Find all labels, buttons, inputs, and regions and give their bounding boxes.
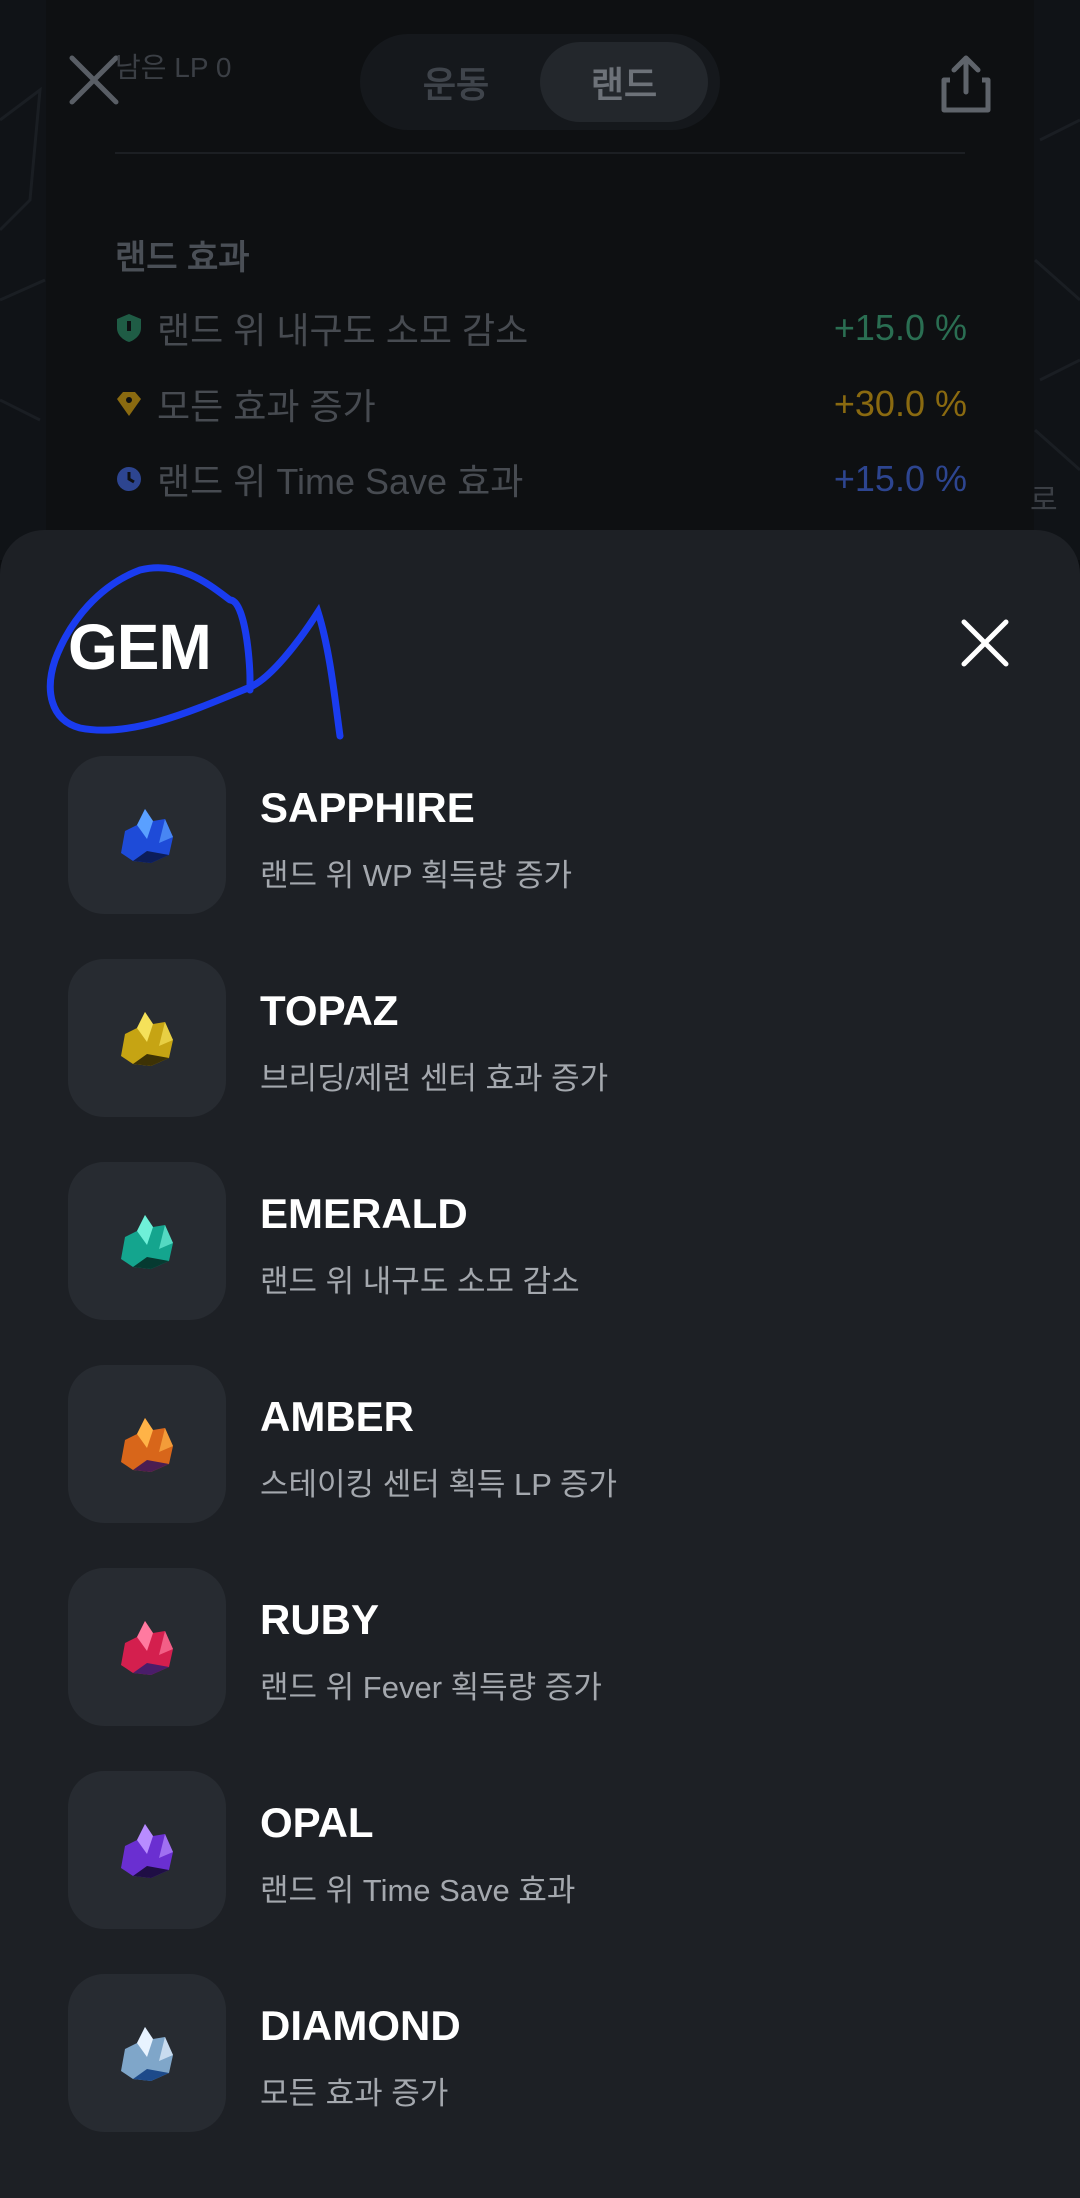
effect-row-all: 모든 효과 증가 +30.0 %	[115, 380, 967, 428]
land-effects-title: 랜드 효과	[115, 239, 250, 277]
gem-description: 스테이킹 센터 획득 LP 증가	[260, 1467, 618, 1502]
gem-thumbnail	[68, 959, 226, 1117]
clock-icon	[115, 464, 143, 494]
tab-exercise[interactable]: 운동	[372, 42, 540, 122]
gem-name: EMERALD	[260, 1190, 468, 1237]
close-icon[interactable]	[66, 52, 122, 108]
gem-thumbnail	[68, 1771, 226, 1929]
gem-name: RUBY	[260, 1596, 380, 1643]
effect-row-timesave: 랜드 위 Time Save 효과 +15.0 %	[115, 455, 967, 503]
list-item-diamond[interactable]: DIAMOND 모든 효과 증가	[68, 1974, 1028, 2132]
gem-name: AMBER	[260, 1393, 414, 1440]
opal-gem-icon	[121, 1824, 173, 1878]
map-label: 로	[1030, 484, 1058, 517]
tab-land[interactable]: 랜드	[540, 42, 708, 122]
gem-name: TOPAZ	[260, 987, 399, 1034]
sheet-title: GEM	[68, 611, 212, 683]
gem-thumbnail	[68, 756, 226, 914]
panel-divider	[115, 152, 965, 154]
gem-thumbnail	[68, 1568, 226, 1726]
effect-value: +15.0 %	[833, 307, 967, 348]
list-item-emerald[interactable]: EMERALD 랜드 위 내구도 소모 감소	[68, 1162, 1028, 1320]
gem-sheet: GEM SAPPHIRE 랜드 위 WP 획득량 증가 TOPAZ 브리딩/제련…	[0, 530, 1080, 2198]
share-icon[interactable]	[936, 52, 996, 116]
effect-value: +15.0 %	[833, 458, 967, 499]
gem-name: DIAMOND	[260, 2002, 461, 2049]
effect-label: 랜드 위 Time Save 효과	[157, 461, 524, 502]
close-icon[interactable]	[960, 618, 1010, 668]
effect-label: 랜드 위 내구도 소모 감소	[157, 310, 529, 351]
list-item-ruby[interactable]: RUBY 랜드 위 Fever 획득량 증가	[68, 1568, 1028, 1726]
list-item-topaz[interactable]: TOPAZ 브리딩/제련 센터 효과 증가	[68, 959, 1028, 1117]
diamond-icon	[115, 389, 143, 419]
gem-description: 모든 효과 증가	[260, 2076, 449, 2111]
gem-thumbnail	[68, 1974, 226, 2132]
gem-description: 랜드 위 내구도 소모 감소	[260, 1264, 580, 1299]
gem-thumbnail	[68, 1162, 226, 1320]
list-item-opal[interactable]: OPAL 랜드 위 Time Save 효과	[68, 1771, 1028, 1929]
sapphire-gem-icon	[121, 809, 173, 863]
gem-name: OPAL	[260, 1799, 374, 1846]
ruby-gem-icon	[121, 1621, 173, 1675]
list-item-amber[interactable]: AMBER 스테이킹 센터 획득 LP 증가	[68, 1365, 1028, 1523]
effect-label: 모든 효과 증가	[157, 386, 376, 427]
gem-description: 브리딩/제련 센터 효과 증가	[260, 1061, 609, 1096]
mode-toggle: 운동 랜드	[360, 34, 720, 130]
list-item-sapphire[interactable]: SAPPHIRE 랜드 위 WP 획득량 증가	[68, 756, 1028, 914]
lp-remaining: 남은 LP 0	[115, 52, 232, 83]
effect-value: +30.0 %	[833, 383, 967, 424]
amber-gem-icon	[121, 1418, 173, 1472]
gem-name: SAPPHIRE	[260, 784, 475, 831]
topaz-gem-icon	[121, 1012, 173, 1066]
gem-thumbnail	[68, 1365, 226, 1523]
effect-row-durability: 랜드 위 내구도 소모 감소 +15.0 %	[115, 304, 967, 352]
emerald-gem-icon	[121, 1215, 173, 1269]
diamond-gem-icon	[121, 2027, 173, 2081]
gem-description: 랜드 위 Time Save 효과	[260, 1873, 576, 1908]
shield-icon	[115, 313, 143, 343]
gem-description: 랜드 위 WP 획득량 증가	[260, 858, 572, 893]
gem-description: 랜드 위 Fever 획득량 증가	[260, 1670, 602, 1705]
